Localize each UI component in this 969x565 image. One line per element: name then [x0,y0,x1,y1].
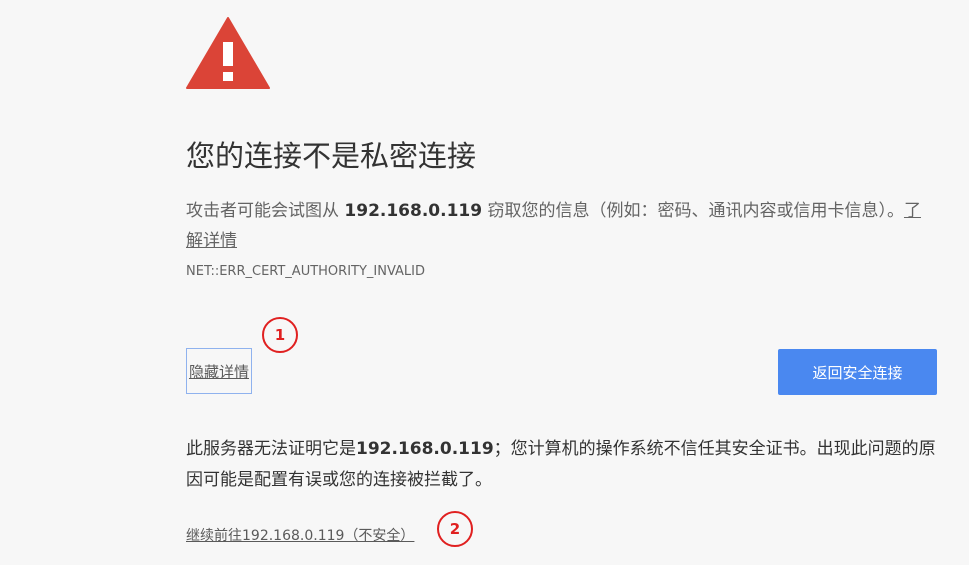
explanation-suffix: 窃取您的信息（例如：密码、通讯内容或信用卡信息）。 [482,201,904,221]
details-host: 192.168.0.119 [356,439,494,459]
explanation-host: 192.168.0.119 [344,201,483,221]
explanation-paragraph: 攻击者可能会试图从 192.168.0.119 窃取您的信息（例如：密码、通讯内… [186,196,926,256]
page-title: 您的连接不是私密连接 [186,139,477,173]
explanation-prefix: 攻击者可能会试图从 [186,201,345,221]
hide-details-button[interactable]: 隐藏详情 [186,348,252,394]
details-paragraph: 此服务器无法证明它是192.168.0.119；您计算机的操作系统不信任其安全证… [186,434,936,496]
back-to-safety-button[interactable]: 返回安全连接 [778,349,937,395]
details-prefix: 此服务器无法证明它是 [186,439,356,459]
error-code: NET::ERR_CERT_AUTHORITY_INVALID [186,264,426,279]
annotation-marker-1: 1 [262,317,298,353]
warning-triangle-icon [186,17,270,89]
annotation-marker-2: 2 [437,511,473,547]
interstitial-page: 您的连接不是私密连接 攻击者可能会试图从 192.168.0.119 窃取您的信… [0,0,969,565]
proceed-unsafe-link[interactable]: 继续前往192.168.0.119（不安全） [186,526,414,546]
